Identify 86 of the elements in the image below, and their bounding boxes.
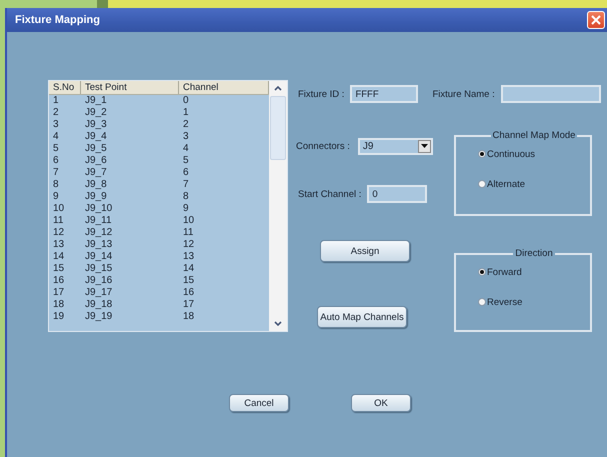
group-title: Direction xyxy=(514,248,554,259)
table-cell-text: 19 xyxy=(52,311,66,323)
radio-button[interactable] xyxy=(478,298,486,306)
table-cell-text: 18 xyxy=(52,299,66,311)
table-cell-text: 17 xyxy=(182,299,196,311)
table-cell-text: 6 xyxy=(52,155,60,167)
radio-option[interactable]: Forward xyxy=(478,265,522,279)
table-cell-text: 12 xyxy=(182,239,196,251)
table-cell-text: 14 xyxy=(182,263,196,275)
table-cell-text: 3 xyxy=(52,119,60,131)
table-cell-text: 13 xyxy=(182,251,196,263)
radio-button[interactable] xyxy=(478,150,486,158)
table-cell-text: J9_3 xyxy=(84,119,108,131)
table-cell-text: 2 xyxy=(52,107,60,119)
radio-option[interactable]: Reverse xyxy=(478,295,522,309)
table-cell-text: 1 xyxy=(182,107,190,119)
table-cell-text: 2 xyxy=(182,119,190,131)
column-header[interactable]: S.No xyxy=(49,81,81,94)
table-cell-text: 7 xyxy=(52,167,60,179)
table-cell-text: J9_15 xyxy=(84,263,114,275)
dialog-button[interactable]: OK xyxy=(351,394,411,412)
table-cell-text: 4 xyxy=(182,143,190,155)
table-cell-text: J9_4 xyxy=(84,131,108,143)
table-cell-text: 9 xyxy=(52,191,60,203)
scrollbar[interactable] xyxy=(269,81,287,331)
table-cell-text: J9_12 xyxy=(84,227,114,239)
table-cell-text: 17 xyxy=(52,287,66,299)
table-cell-text: 14 xyxy=(52,251,66,263)
table-cell-text: J9_11 xyxy=(84,215,113,227)
auto-map-button[interactable]: Auto Map Channels xyxy=(317,306,407,328)
radio-option[interactable]: Continuous xyxy=(478,147,536,161)
table-cell-text: 16 xyxy=(182,287,196,299)
input-field[interactable] xyxy=(500,85,601,103)
table-cell-text: 16 xyxy=(52,275,66,287)
table-cell-text: 1 xyxy=(52,95,60,107)
table-cell-text: 13 xyxy=(52,239,66,251)
table-cell-text: 3 xyxy=(182,131,190,143)
field-label: Connectors : xyxy=(296,140,350,152)
dialog-button[interactable]: Cancel xyxy=(229,394,289,412)
field-label: Start Channel : xyxy=(298,188,362,200)
table-cell-text: 0 xyxy=(182,95,190,107)
table-cell-text: 6 xyxy=(182,167,190,179)
group-title: Channel Map Mode xyxy=(492,130,576,141)
table-cell-text: 10 xyxy=(52,203,66,215)
table-cell-text: 4 xyxy=(52,131,60,143)
table-cell-text: J9_14 xyxy=(84,251,114,263)
table-cell-text: 10 xyxy=(182,215,196,227)
table-cell-text: J9_18 xyxy=(84,299,114,311)
table-cell-text: 11 xyxy=(182,227,194,239)
table-cell-text: 15 xyxy=(182,275,196,287)
radio-button[interactable] xyxy=(478,268,486,276)
table-cell-text: J9_9 xyxy=(84,191,108,203)
radio-button[interactable] xyxy=(478,180,486,188)
scrollbar-thumb[interactable] xyxy=(270,96,286,160)
table-cell-text: J9_16 xyxy=(84,275,114,287)
field-label: Fixture Name : xyxy=(432,88,495,100)
table-cell-text: 8 xyxy=(52,179,60,191)
table-cell-text: J9_6 xyxy=(84,155,108,167)
table-cell-text: J9_2 xyxy=(84,107,108,119)
field-label: Fixture ID : xyxy=(298,88,344,100)
table-cell-text: 5 xyxy=(182,155,190,167)
table-cell-text: 7 xyxy=(182,179,190,191)
table-cell-text: J9_1 xyxy=(84,95,108,107)
table-cell-text: J9_10 xyxy=(84,203,114,215)
table-cell-text: 8 xyxy=(182,191,190,203)
close-icon xyxy=(591,15,601,25)
close-button[interactable] xyxy=(587,11,605,29)
table-cell-text: J9_17 xyxy=(84,287,114,299)
table-cell-text: J9_8 xyxy=(84,179,108,191)
column-header[interactable]: Test Point xyxy=(81,81,179,94)
table-cell-text: 15 xyxy=(52,263,66,275)
assign-button[interactable]: Assign xyxy=(320,240,410,262)
table-cell-text: J9_13 xyxy=(84,239,114,251)
table-cell-text: J9_5 xyxy=(84,143,108,155)
table-cell-text: 11 xyxy=(52,215,64,227)
table-cell-text: 5 xyxy=(52,143,60,155)
input-field[interactable]: 0 xyxy=(367,185,428,203)
table-cell-text: 12 xyxy=(52,227,66,239)
input-field[interactable]: FFFF xyxy=(350,85,418,103)
table-cell-text: J9_7 xyxy=(84,167,108,179)
radio-option[interactable]: Alternate xyxy=(478,177,526,191)
dropdown[interactable]: J9 xyxy=(358,138,433,154)
window-title: Fixture Mapping xyxy=(15,14,100,26)
table-cell-text: 9 xyxy=(182,203,190,215)
table-cell-text: J9_19 xyxy=(84,311,114,323)
table-cell-text: 18 xyxy=(182,311,196,323)
